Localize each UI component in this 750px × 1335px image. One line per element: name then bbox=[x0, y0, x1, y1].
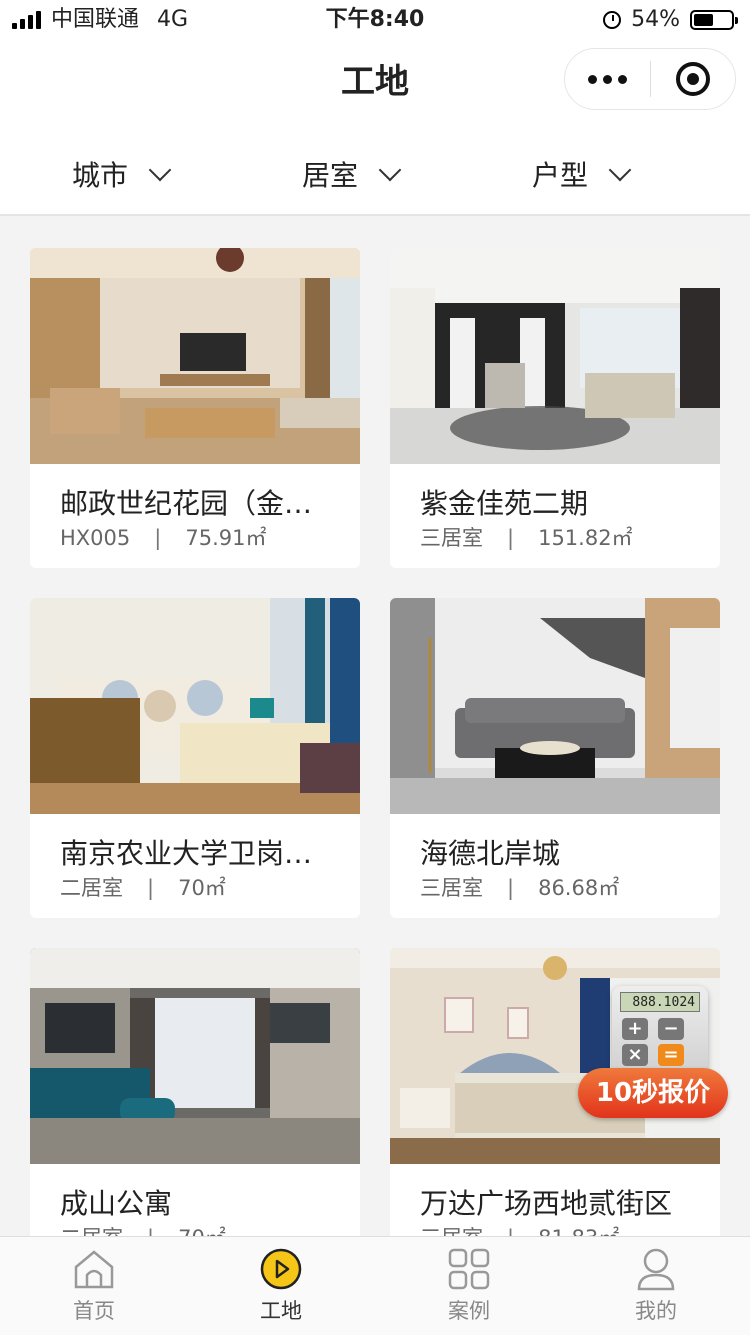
project-name: 万达广场西地贰街区 bbox=[420, 1187, 673, 1220]
battery-icon bbox=[690, 10, 738, 30]
project-meta: HX005 | 75.91㎡ bbox=[60, 522, 266, 552]
tab-bar: 首页 工地 案例 我的 bbox=[0, 1236, 750, 1335]
project-area: 75.91㎡ bbox=[185, 526, 267, 550]
filter-rooms[interactable]: 居室 bbox=[302, 154, 402, 194]
project-card[interactable]: 紫金佳苑二期 三居室 | 151.82㎡ bbox=[390, 248, 720, 568]
project-name: 邮政世纪花园（金… bbox=[60, 487, 313, 520]
tab-cases-label: 案例 bbox=[448, 1299, 490, 1323]
filter-layout-label: 户型 bbox=[532, 159, 589, 192]
project-photo bbox=[30, 598, 360, 814]
project-area: 70㎡ bbox=[178, 876, 226, 900]
project-card[interactable]: 南京农业大学卫岗… 二居室 | 70㎡ bbox=[30, 598, 360, 918]
project-card[interactable]: 海德北岸城 三居室 | 86.68㎡ bbox=[390, 598, 720, 918]
project-card[interactable]: 成山公寓 二居室|70㎡ bbox=[30, 948, 360, 1268]
play-circle-icon bbox=[259, 1247, 303, 1291]
project-meta: 三居室 | 86.68㎡ bbox=[420, 872, 619, 902]
project-type: 二居室 bbox=[60, 876, 123, 900]
project-meta: 三居室 | 151.82㎡ bbox=[420, 522, 633, 552]
filter-city-label: 城市 bbox=[72, 159, 129, 192]
more-dots-icon bbox=[587, 74, 597, 84]
project-area: 151.82㎡ bbox=[538, 526, 633, 550]
status-bar: 中国联通 4G 下午8:40 54% bbox=[0, 0, 750, 40]
quick-quote-button[interactable]: 10秒报价 bbox=[578, 1068, 728, 1118]
home-icon bbox=[72, 1247, 116, 1291]
tab-home-label: 首页 bbox=[73, 1299, 115, 1323]
target-icon bbox=[675, 62, 710, 96]
more-menu-button[interactable] bbox=[565, 74, 650, 84]
project-photo bbox=[390, 248, 720, 464]
project-card[interactable]: 邮政世纪花园（金… HX005 | 75.91㎡ bbox=[30, 248, 360, 568]
project-photo bbox=[30, 248, 360, 464]
project-name: 海德北岸城 bbox=[420, 837, 561, 870]
project-name: 紫金佳苑二期 bbox=[420, 487, 589, 520]
user-icon bbox=[634, 1247, 678, 1291]
project-photo bbox=[390, 598, 720, 814]
tab-site-label: 工地 bbox=[260, 1299, 302, 1323]
meta-separator: | bbox=[507, 526, 515, 550]
filter-bar: 城市 居室 户型 bbox=[0, 124, 750, 216]
filter-city[interactable]: 城市 bbox=[72, 154, 172, 194]
battery-percent: 54% bbox=[631, 7, 680, 32]
tab-mine[interactable]: 我的 bbox=[596, 1247, 716, 1325]
project-type: 三居室 bbox=[420, 876, 483, 900]
close-mini-program-button[interactable] bbox=[651, 62, 736, 96]
meta-separator: | bbox=[507, 876, 515, 900]
meta-separator: | bbox=[154, 526, 162, 550]
tab-cases[interactable]: 案例 bbox=[409, 1247, 529, 1325]
mini-program-capsule bbox=[564, 48, 736, 110]
chevron-down-icon bbox=[148, 158, 172, 182]
project-type: HX005 bbox=[60, 526, 131, 550]
tab-home[interactable]: 首页 bbox=[34, 1247, 154, 1325]
project-name: 南京农业大学卫岗… bbox=[60, 837, 313, 870]
meta-separator: | bbox=[147, 876, 155, 900]
project-type: 三居室 bbox=[420, 526, 483, 550]
project-area: 86.68㎡ bbox=[538, 876, 620, 900]
filter-layout[interactable]: 户型 bbox=[532, 154, 632, 194]
chevron-down-icon bbox=[608, 158, 632, 182]
calculator-display: 888.1024 bbox=[620, 992, 700, 1012]
project-name: 成山公寓 bbox=[60, 1187, 173, 1220]
tab-site[interactable]: 工地 bbox=[221, 1247, 341, 1325]
alarm-icon bbox=[603, 11, 622, 29]
chevron-down-icon bbox=[378, 158, 402, 182]
filter-rooms-label: 居室 bbox=[302, 159, 359, 192]
project-photo bbox=[30, 948, 360, 1164]
tab-mine-label: 我的 bbox=[635, 1299, 677, 1323]
calculator-icon[interactable]: 888.1024 + − × = bbox=[612, 986, 708, 1078]
grid-icon bbox=[447, 1247, 491, 1291]
project-meta: 二居室 | 70㎡ bbox=[60, 872, 226, 902]
nav-bar: 工地 bbox=[0, 40, 750, 124]
